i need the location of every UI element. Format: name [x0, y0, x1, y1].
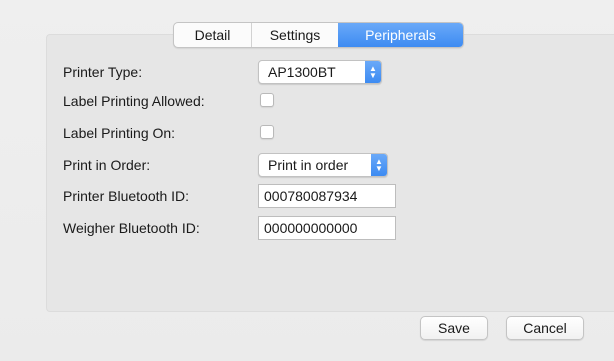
label-printing-on-label: Label Printing On: — [63, 125, 176, 141]
up-down-chevron-icon: ▲ ▼ — [365, 61, 381, 83]
printer-type-value: AP1300BT — [268, 64, 336, 80]
label-printing-on-checkbox[interactable] — [260, 125, 274, 139]
print-in-order-popup[interactable]: Print in order ▲ ▼ — [258, 153, 388, 177]
cancel-button[interactable]: Cancel — [506, 316, 584, 340]
printer-type-popup[interactable]: AP1300BT ▲ ▼ — [258, 60, 382, 84]
printer-type-label: Printer Type: — [63, 64, 143, 80]
up-down-chevron-icon: ▲ ▼ — [371, 154, 387, 176]
label-printing-allowed-checkbox[interactable] — [260, 93, 274, 107]
label-printing-allowed-label: Label Printing Allowed: — [63, 93, 205, 109]
printer-bluetooth-id-label: Printer Bluetooth ID: — [63, 188, 190, 204]
weigher-bluetooth-id-field[interactable] — [258, 216, 396, 240]
tab-bar: Detail Settings Peripherals — [173, 22, 464, 48]
print-in-order-value: Print in order — [268, 157, 349, 173]
print-in-order-label: Print in Order: — [63, 157, 151, 173]
save-button[interactable]: Save — [420, 316, 488, 340]
tab-settings[interactable]: Settings — [252, 23, 338, 47]
printer-bluetooth-id-field[interactable] — [258, 184, 396, 208]
peripherals-dialog: Detail Settings Peripherals Printer Type… — [0, 0, 614, 361]
weigher-bluetooth-id-label: Weigher Bluetooth ID: — [63, 220, 200, 236]
tab-detail[interactable]: Detail — [174, 23, 252, 47]
tab-peripherals[interactable]: Peripherals — [338, 23, 463, 47]
